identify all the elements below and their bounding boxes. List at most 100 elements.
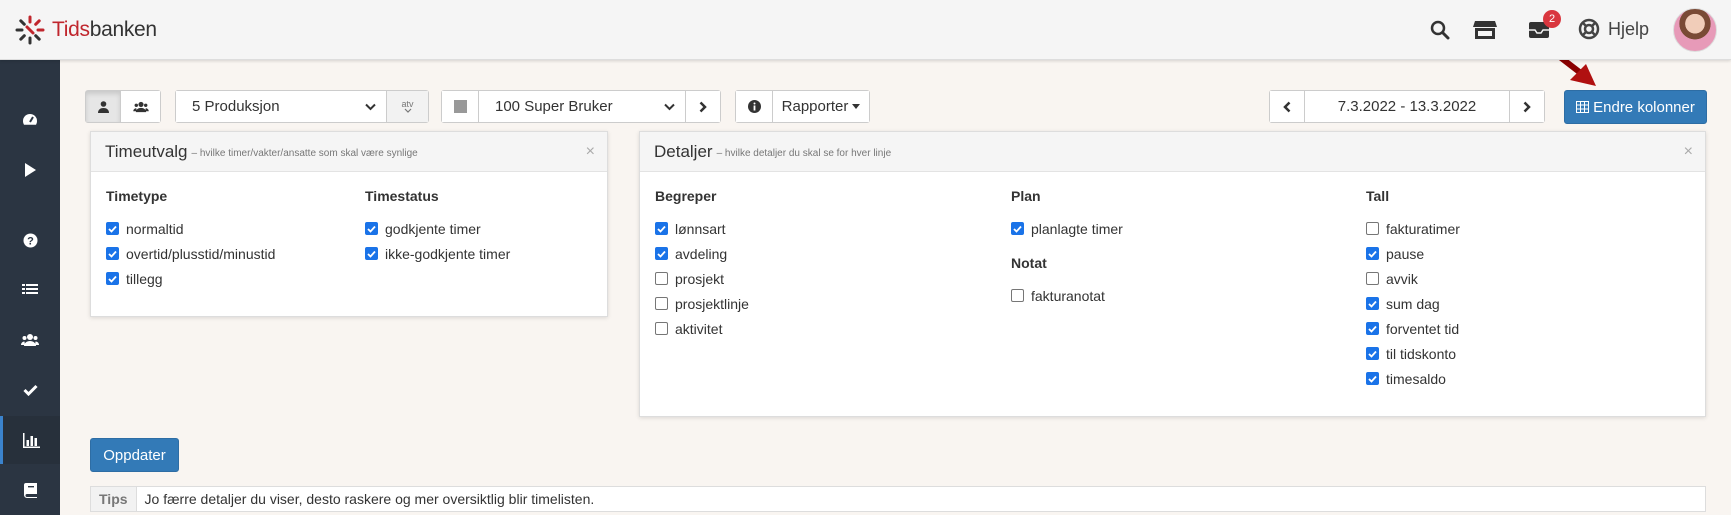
timestatus-column: Timestatus godkjente timer ikke-godkjente… <box>365 188 510 266</box>
chevron-left-icon <box>1283 101 1291 112</box>
checkbox-row[interactable]: forventet tid <box>1366 316 1460 341</box>
checkbox-checked[interactable] <box>365 222 378 235</box>
table-icon <box>1576 101 1590 113</box>
detaljer-panel: Detaljer – hvilke detaljer du skal se fo… <box>639 131 1706 417</box>
checkbox-row[interactable]: fakturanotat <box>1011 283 1123 308</box>
checkbox-row[interactable]: ikke-godkjente timer <box>365 241 510 266</box>
sidebar-item-users[interactable] <box>0 316 60 364</box>
search-icon[interactable] <box>1428 18 1452 42</box>
sidebar-item-approve[interactable] <box>0 366 60 414</box>
date-range-input[interactable]: 7.3.2022 - 13.3.2022 <box>1305 91 1510 122</box>
checkbox-row[interactable]: tillegg <box>106 266 275 291</box>
checkbox-unchecked[interactable] <box>655 322 668 335</box>
sidebar-item-reports[interactable] <box>0 416 60 464</box>
checkbox-checked[interactable] <box>1366 297 1379 310</box>
timetype-column: Timetype normaltid overtid/plusstid/minus… <box>106 188 275 291</box>
begreper-title: Begreper <box>655 188 717 204</box>
checkbox-checked[interactable] <box>106 247 119 260</box>
checkbox-label: fakturanotat <box>1031 287 1105 304</box>
update-label: Oppdater <box>103 446 166 464</box>
checkbox-unchecked[interactable] <box>1011 289 1024 302</box>
plan-column: Plan planlagte timer Notat fakturanotat <box>1011 188 1123 308</box>
sidebar-item-book[interactable] <box>0 466 60 514</box>
tall-column: Tall fakturatimer pause avvik sum dag forven… <box>1366 188 1460 391</box>
top-bar: Tidsbanken 2 Hjelp <box>0 0 1731 60</box>
checkbox-checked[interactable] <box>1366 347 1379 360</box>
logo-text-part2: banken <box>89 18 157 41</box>
chevron-down-icon <box>365 103 376 110</box>
close-icon[interactable]: × <box>1684 143 1693 161</box>
checkbox-label: tillegg <box>126 270 163 287</box>
reports-dropdown[interactable]: Rapporter <box>773 91 869 122</box>
checkbox-checked[interactable] <box>1366 322 1379 335</box>
previous-week-button[interactable] <box>1270 91 1305 122</box>
checkbox-row[interactable]: lønnsart <box>655 216 749 241</box>
checkbox-unchecked[interactable] <box>655 297 668 310</box>
checkbox-row[interactable]: normaltid <box>106 216 275 241</box>
checkbox-row[interactable]: sum dag <box>1366 291 1460 316</box>
sidebar-item-play[interactable] <box>0 146 60 194</box>
next-user-button[interactable] <box>686 91 720 122</box>
logo[interactable]: Tidsbanken <box>14 14 157 46</box>
store-icon[interactable] <box>1473 18 1497 42</box>
checkbox-row[interactable]: prosjekt <box>655 266 749 291</box>
checkbox-label: til tidskonto <box>1386 345 1457 362</box>
user-color-swatch[interactable] <box>442 91 479 122</box>
chevron-down-icon <box>664 103 675 110</box>
checkbox-row[interactable]: godkjente timer <box>365 216 510 241</box>
notification-badge: 2 <box>1543 10 1561 28</box>
next-week-button[interactable] <box>1510 91 1544 122</box>
checkbox-row[interactable]: avdeling <box>655 241 749 266</box>
checkbox-row[interactable]: overtid/plusstid/minustid <box>106 241 275 266</box>
help-link[interactable]: Hjelp <box>1578 18 1649 40</box>
caret-down-icon <box>852 104 861 109</box>
checkbox-checked[interactable] <box>655 222 668 235</box>
checkbox-row[interactable]: fakturatimer <box>1366 216 1460 241</box>
checkbox-checked[interactable] <box>106 272 119 285</box>
info-button[interactable] <box>736 91 773 122</box>
checkbox-label: prosjektlinje <box>675 295 749 312</box>
multi-user-button[interactable] <box>121 91 160 122</box>
sidebar-item-help[interactable]: ? <box>0 216 60 264</box>
detaljer-subtitle: – hvilke detaljer du skal se for hver li… <box>716 147 892 159</box>
checkbox-row[interactable]: prosjektlinje <box>655 291 749 316</box>
checkbox-unchecked[interactable] <box>1366 272 1379 285</box>
checkbox-checked[interactable] <box>365 247 378 260</box>
checkbox-checked[interactable] <box>1366 372 1379 385</box>
checkbox-row[interactable]: timesaldo <box>1366 366 1460 391</box>
checkbox-unchecked[interactable] <box>655 272 668 285</box>
department-filter-button[interactable]: atv <box>387 91 428 122</box>
checkbox-row[interactable]: til tidskonto <box>1366 341 1460 366</box>
checkbox-label: planlagte timer <box>1031 220 1123 237</box>
inbox-icon[interactable]: 2 <box>1527 10 1561 42</box>
checkbox-label: fakturatimer <box>1386 220 1460 237</box>
change-columns-button[interactable]: Endre kolonner <box>1564 90 1707 124</box>
sidebar-item-list[interactable] <box>0 266 60 314</box>
tips-bar: Tips Jo færre detaljer du viser, desto r… <box>90 486 1706 512</box>
question-icon: ? <box>23 233 37 247</box>
update-button[interactable]: Oppdater <box>90 438 179 472</box>
close-icon[interactable]: × <box>586 143 595 161</box>
user-select[interactable]: 100 Super Bruker <box>479 91 686 122</box>
checkbox-unchecked[interactable] <box>1366 222 1379 235</box>
lifebuoy-icon <box>1578 18 1600 40</box>
checkbox-checked[interactable] <box>1366 247 1379 260</box>
view-mode-toggle <box>85 90 161 123</box>
single-user-button[interactable] <box>86 91 121 122</box>
avatar[interactable] <box>1673 8 1717 52</box>
checkbox-label: aktivitet <box>675 320 723 337</box>
checkbox-row[interactable]: aktivitet <box>655 316 749 341</box>
checkbox-checked[interactable] <box>106 222 119 235</box>
notat-title: Notat <box>1011 255 1047 271</box>
checkbox-checked[interactable] <box>655 247 668 260</box>
sidebar-item-dashboard[interactable] <box>0 96 60 144</box>
checkbox-row[interactable]: planlagte timer <box>1011 216 1123 241</box>
department-select[interactable]: 5 Produksjon <box>176 91 387 122</box>
timeutvalg-title: Timeutvalg <box>105 141 188 161</box>
checkbox-row[interactable]: avvik <box>1366 266 1460 291</box>
user-icon <box>97 100 109 113</box>
book-icon <box>23 483 37 498</box>
checkbox-row[interactable]: pause <box>1366 241 1460 266</box>
checkbox-label: ikke-godkjente timer <box>385 245 511 262</box>
checkbox-checked[interactable] <box>1011 222 1024 235</box>
